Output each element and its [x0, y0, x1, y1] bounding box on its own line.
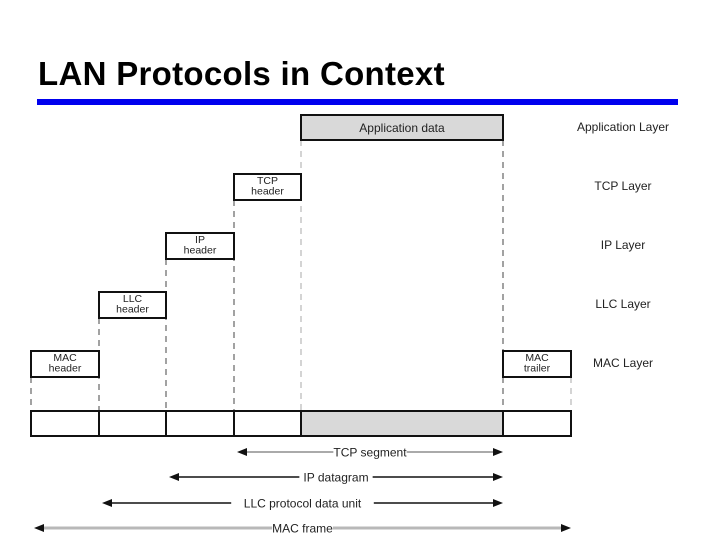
- span-mac-frame: MAC frame: [34, 522, 571, 536]
- mac-header-box: MACheader: [30, 350, 100, 378]
- span-arrows: TCP segment IP datagram LLC protocol data …: [34, 446, 571, 536]
- frame-cell: [502, 410, 572, 437]
- protocol-encapsulation-diagram: Application data TCPheader IPheader LLChead…: [30, 114, 669, 536]
- frame-row: [30, 410, 572, 437]
- frame-cell: [300, 410, 504, 437]
- span-label: LLC protocol data unit: [244, 497, 362, 511]
- layer-label: MAC Layer: [593, 356, 653, 370]
- arrowhead-left: [237, 448, 247, 456]
- llc-header-label-line: header: [116, 304, 149, 316]
- layer-label: TCP Layer: [594, 179, 651, 193]
- span-label: TCP segment: [333, 446, 407, 460]
- span-llc-protocol-data-unit: LLC protocol data unit: [102, 497, 503, 511]
- application-data-label: Application data: [359, 121, 445, 135]
- layer-label: IP Layer: [601, 238, 645, 252]
- frame-cell: [233, 410, 302, 437]
- arrowhead-left: [34, 524, 44, 532]
- llc-header-box: LLCheader: [98, 291, 167, 319]
- layer-label: Application Layer: [577, 120, 669, 134]
- ip-header-box: IPheader: [165, 232, 235, 260]
- application-data-box: Application data: [300, 114, 504, 141]
- span-tcp-segment: TCP segment: [237, 446, 503, 460]
- span-ip-datagram: IP datagram: [169, 471, 503, 485]
- arrowhead-left: [102, 499, 112, 507]
- layer-labels: Application Layer TCP Layer IP Layer LLC La…: [577, 120, 669, 370]
- arrowhead-right: [493, 499, 503, 507]
- mac-trailer-box: MACtrailer: [502, 350, 572, 378]
- mac-header-label-line: header: [49, 363, 82, 375]
- mac-trailer-label-line: trailer: [524, 363, 551, 375]
- frame-cell: [98, 410, 167, 437]
- tcp-header-label-line: header: [251, 186, 284, 198]
- frame-cell: [165, 410, 235, 437]
- arrowhead-right: [561, 524, 571, 532]
- frame-cell: [30, 410, 100, 437]
- arrowhead-right: [493, 448, 503, 456]
- arrowhead-right: [493, 473, 503, 481]
- span-label: MAC frame: [272, 522, 333, 536]
- layer-label: LLC Layer: [595, 297, 650, 311]
- tcp-header-box: TCPheader: [233, 173, 302, 201]
- arrowhead-left: [169, 473, 179, 481]
- span-label: IP datagram: [303, 471, 368, 485]
- ip-header-label-line: header: [184, 245, 217, 257]
